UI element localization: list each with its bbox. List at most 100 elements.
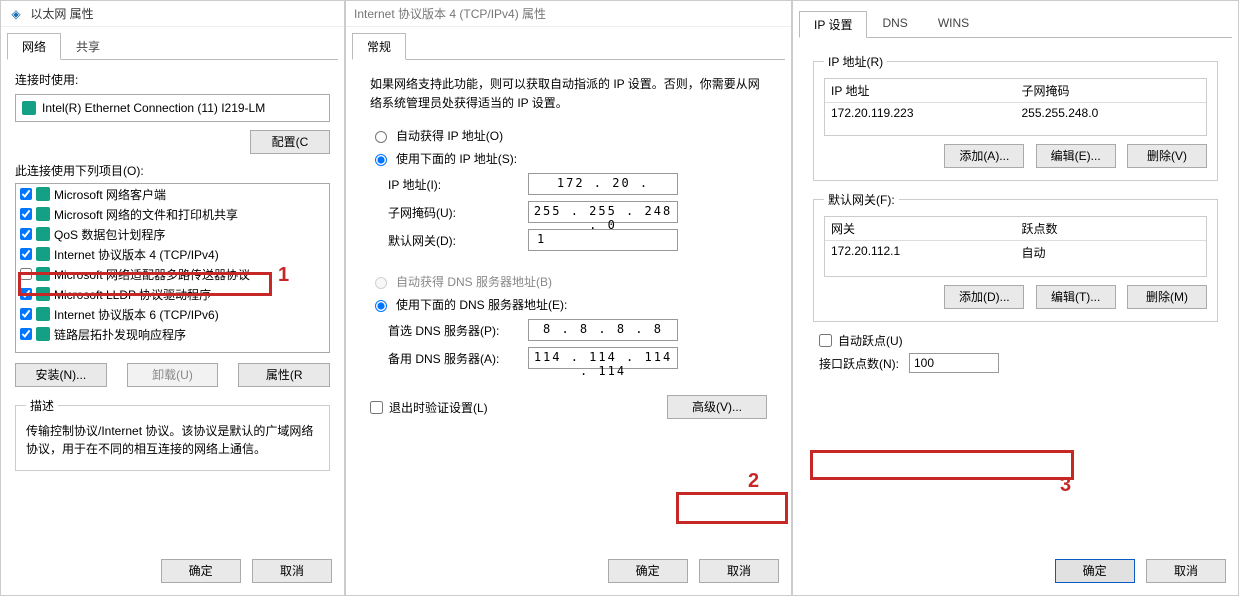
ip-addresses-group: IP 地址(R) IP 地址 子网掩码 172.20.119.223 255.2… — [813, 53, 1218, 181]
cancel-button[interactable]: 取消 — [699, 559, 779, 583]
list-item[interactable]: Microsoft 网络适配器多路传送器协议 — [16, 264, 329, 284]
alternate-dns-label: 备用 DNS 服务器(A): — [388, 350, 528, 367]
component-icon — [36, 267, 50, 281]
description-group: 描述 传输控制协议/Internet 协议。该协议是默认的广域网络协议，用于在不… — [15, 397, 330, 471]
radio-manual-ip-row[interactable]: 使用下面的 IP 地址(S): — [370, 150, 767, 167]
description-legend: 描述 — [26, 397, 58, 414]
item-checkbox[interactable] — [20, 308, 32, 320]
tab-wins[interactable]: WINS — [923, 11, 984, 38]
component-icon — [36, 187, 50, 201]
preferred-dns-input[interactable]: 8 . 8 . 8 . 8 — [528, 319, 678, 341]
tab-general[interactable]: 常规 — [352, 33, 406, 60]
list-item-tcpipv4[interactable]: Internet 协议版本 4 (TCP/IPv4) — [16, 244, 329, 264]
adapter-name: Intel(R) Ethernet Connection (11) I219-L… — [42, 101, 265, 115]
tab-ip-settings[interactable]: IP 设置 — [799, 11, 867, 38]
gateway-label: 默认网关(D): — [388, 232, 528, 249]
item-checkbox[interactable] — [20, 248, 32, 260]
window-title: 以太网 属性 — [30, 7, 93, 21]
table-row[interactable]: 172.20.112.1 自动 — [825, 241, 1206, 264]
description-text: 传输控制协议/Internet 协议。该协议是默认的广域网络协议，用于在不同的相… — [26, 422, 319, 458]
item-checkbox[interactable] — [20, 188, 32, 200]
component-icon — [36, 307, 50, 321]
ok-button[interactable]: 确定 — [161, 559, 241, 583]
connect-using-label: 连接时使用: — [15, 71, 330, 88]
uninstall-button: 卸载(U) — [127, 363, 219, 387]
cancel-button[interactable]: 取消 — [252, 559, 332, 583]
uses-items-label: 此连接使用下列项目(O): — [15, 162, 330, 179]
auto-metric-checkbox[interactable] — [819, 334, 832, 347]
validate-on-exit-row[interactable]: 退出时验证设置(L) — [370, 399, 488, 416]
list-item[interactable]: Internet 协议版本 6 (TCP/IPv6) — [16, 304, 329, 324]
intro-text: 如果网络支持此功能，则可以获取自动指派的 IP 设置。否则，你需要从网络系统管理… — [370, 75, 767, 113]
edit-gateway-button[interactable]: 编辑(T)... — [1036, 285, 1116, 309]
tab-dns[interactable]: DNS — [867, 11, 922, 38]
ok-button[interactable]: 确定 — [608, 559, 688, 583]
component-icon — [36, 207, 50, 221]
list-item[interactable]: 链路层拓扑发现响应程序 — [16, 324, 329, 344]
gateways-table[interactable]: 网关 跃点数 172.20.112.1 自动 — [824, 216, 1207, 277]
auto-metric-row[interactable]: 自动跃点(U) — [819, 332, 1218, 349]
components-listbox[interactable]: Microsoft 网络客户端 Microsoft 网络的文件和打印机共享 Qo… — [15, 183, 330, 353]
ipv4-properties-window: Internet 协议版本 4 (TCP/IPv4) 属性 常规 如果网络支持此… — [345, 0, 792, 596]
advanced-tcpip-window: IP 设置 DNS WINS IP 地址(R) IP 地址 子网掩码 172.2… — [792, 0, 1239, 596]
radio-manual-dns-row[interactable]: 使用下面的 DNS 服务器地址(E): — [370, 296, 767, 313]
list-item[interactable]: Microsoft 网络客户端 — [16, 184, 329, 204]
shield-icon: ◈ — [9, 1, 23, 27]
gateway-col-header: 网关 — [825, 217, 1016, 240]
ip-address-label: IP 地址(I): — [388, 176, 528, 193]
adapter-display: Intel(R) Ethernet Connection (11) I219-L… — [15, 94, 330, 122]
tab-network[interactable]: 网络 — [7, 33, 61, 60]
delete-gateway-button[interactable]: 删除(M) — [1127, 285, 1207, 309]
radio-auto-ip[interactable] — [375, 131, 387, 143]
install-button[interactable]: 安装(N)... — [15, 363, 107, 387]
list-item[interactable]: Microsoft 网络的文件和打印机共享 — [16, 204, 329, 224]
radio-auto-ip-row[interactable]: 自动获得 IP 地址(O) — [370, 127, 767, 144]
preferred-dns-label: 首选 DNS 服务器(P): — [388, 322, 528, 339]
configure-button[interactable]: 配置(C — [250, 130, 330, 154]
mask-col-header: 子网掩码 — [1016, 79, 1207, 102]
tab-share[interactable]: 共享 — [61, 33, 115, 60]
advanced-button[interactable]: 高级(V)... — [667, 395, 767, 419]
ip-address-input[interactable]: 172 . 20 . — [528, 173, 678, 195]
metric-col-header: 跃点数 — [1016, 217, 1207, 240]
validate-on-exit-checkbox[interactable] — [370, 401, 383, 414]
radio-auto-dns-row: 自动获得 DNS 服务器地址(B) — [370, 273, 767, 290]
subnet-mask-input[interactable]: 255 . 255 . 248 . 0 — [528, 201, 678, 223]
ok-button[interactable]: 确定 — [1055, 559, 1135, 583]
ethernet-properties-titlebar: ◈ 以太网 属性 — [1, 1, 344, 27]
radio-auto-dns — [375, 277, 387, 289]
component-icon — [36, 287, 50, 301]
gateways-group: 默认网关(F): 网关 跃点数 172.20.112.1 自动 添加(D)...… — [813, 191, 1218, 322]
radio-manual-ip[interactable] — [375, 154, 387, 166]
gateways-legend: 默认网关(F): — [824, 191, 899, 208]
ethernet-properties-window: ◈ 以太网 属性 网络 共享 连接时使用: Intel(R) Ethernet … — [0, 0, 345, 596]
cancel-button[interactable]: 取消 — [1146, 559, 1226, 583]
ipv4-properties-titlebar: Internet 协议版本 4 (TCP/IPv4) 属性 — [346, 1, 791, 27]
gateway-input[interactable]: 1 — [528, 229, 678, 251]
item-checkbox[interactable] — [20, 328, 32, 340]
window-title: Internet 协议版本 4 (TCP/IPv4) 属性 — [354, 7, 546, 21]
delete-ip-button[interactable]: 删除(V) — [1127, 144, 1207, 168]
item-checkbox[interactable] — [20, 208, 32, 220]
radio-manual-dns[interactable] — [375, 300, 387, 312]
list-item[interactable]: Microsoft LLDP 协议驱动程序 — [16, 284, 329, 304]
alternate-dns-input[interactable]: 114 . 114 . 114 . 114 — [528, 347, 678, 369]
interface-metric-label: 接口跃点数(N): — [819, 355, 899, 372]
tabstrip: 网络 共享 — [1, 27, 344, 60]
component-icon — [36, 327, 50, 341]
component-icon — [36, 247, 50, 261]
subnet-mask-label: 子网掩码(U): — [388, 204, 528, 221]
item-checkbox[interactable] — [20, 288, 32, 300]
list-item[interactable]: QoS 数据包计划程序 — [16, 224, 329, 244]
component-properties-button[interactable]: 属性(R — [238, 363, 330, 387]
component-icon — [36, 227, 50, 241]
ethernet-adapter-icon — [22, 101, 36, 115]
ip-addresses-table[interactable]: IP 地址 子网掩码 172.20.119.223 255.255.248.0 — [824, 78, 1207, 136]
add-ip-button[interactable]: 添加(A)... — [944, 144, 1024, 168]
item-checkbox[interactable] — [20, 268, 32, 280]
item-checkbox[interactable] — [20, 228, 32, 240]
interface-metric-input[interactable] — [909, 353, 999, 373]
table-row[interactable]: 172.20.119.223 255.255.248.0 — [825, 103, 1206, 123]
edit-ip-button[interactable]: 编辑(E)... — [1036, 144, 1116, 168]
add-gateway-button[interactable]: 添加(D)... — [944, 285, 1024, 309]
